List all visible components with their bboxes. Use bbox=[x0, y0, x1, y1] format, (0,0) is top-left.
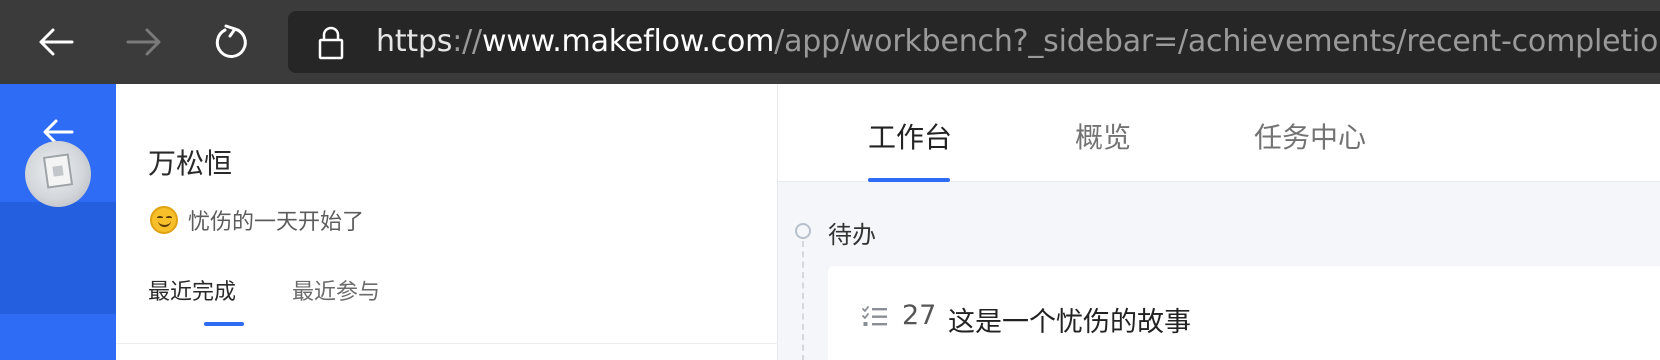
url-text[interactable]: https://www.makeflow.com/app/workbench?_… bbox=[376, 24, 1660, 60]
active-tab-indicator bbox=[204, 322, 244, 326]
timeline-dot bbox=[795, 223, 811, 239]
task-id: 27 bbox=[902, 300, 937, 331]
tab-recent-participated[interactable]: 最近参与 bbox=[292, 274, 380, 306]
url-host: www.makeflow.com bbox=[481, 24, 775, 59]
tab-task-center[interactable]: 任务中心 bbox=[1254, 116, 1366, 156]
side-rail bbox=[0, 84, 116, 360]
reload-icon[interactable] bbox=[207, 18, 255, 66]
task-card[interactable]: 27 这是一个忧伤的故事 bbox=[828, 266, 1660, 360]
profile-status[interactable]: 忧伤的一天开始了 bbox=[150, 204, 364, 236]
smiling-face-icon bbox=[150, 206, 178, 234]
section-title-todo: 待办 bbox=[828, 221, 876, 249]
forward-arrow-icon[interactable] bbox=[120, 18, 168, 66]
profile-name: 万松恒 bbox=[148, 147, 233, 180]
status-text: 忧伤的一天开始了 bbox=[188, 210, 365, 235]
address-bar[interactable]: https://www.makeflow.com/app/workbench?_… bbox=[288, 11, 1660, 73]
lock-icon[interactable] bbox=[316, 26, 346, 60]
tab-recent-completed[interactable]: 最近完成 bbox=[148, 274, 236, 306]
main-tabs: 工作台 概览 任务中心 bbox=[778, 84, 1660, 182]
profile-panel: 万松恒 忧伤的一天开始了 最近完成 最近参与 bbox=[116, 84, 778, 360]
rail-user-highlight bbox=[0, 202, 116, 314]
browser-toolbar: https://www.makeflow.com/app/workbench?_… bbox=[0, 0, 1660, 84]
task-title[interactable]: 这是一个忧伤的故事 bbox=[948, 300, 1191, 339]
timeline-line bbox=[802, 241, 804, 360]
url-path: /app/workbench?_sidebar=/achievements/re… bbox=[774, 24, 1660, 59]
checklist-icon bbox=[862, 306, 888, 328]
tab-overview[interactable]: 概览 bbox=[1075, 116, 1131, 156]
avatar[interactable] bbox=[25, 141, 91, 207]
url-scheme: https bbox=[376, 24, 453, 59]
workbench-main: 工作台 概览 任务中心 待办 27 这是一个忧伤的故事 bbox=[778, 84, 1660, 360]
avatar-image bbox=[42, 153, 74, 189]
back-arrow-icon[interactable] bbox=[32, 18, 80, 66]
url-separator: :// bbox=[452, 24, 482, 59]
divider bbox=[116, 343, 778, 344]
tab-workbench[interactable]: 工作台 bbox=[868, 116, 952, 156]
active-tab-indicator bbox=[868, 178, 950, 182]
